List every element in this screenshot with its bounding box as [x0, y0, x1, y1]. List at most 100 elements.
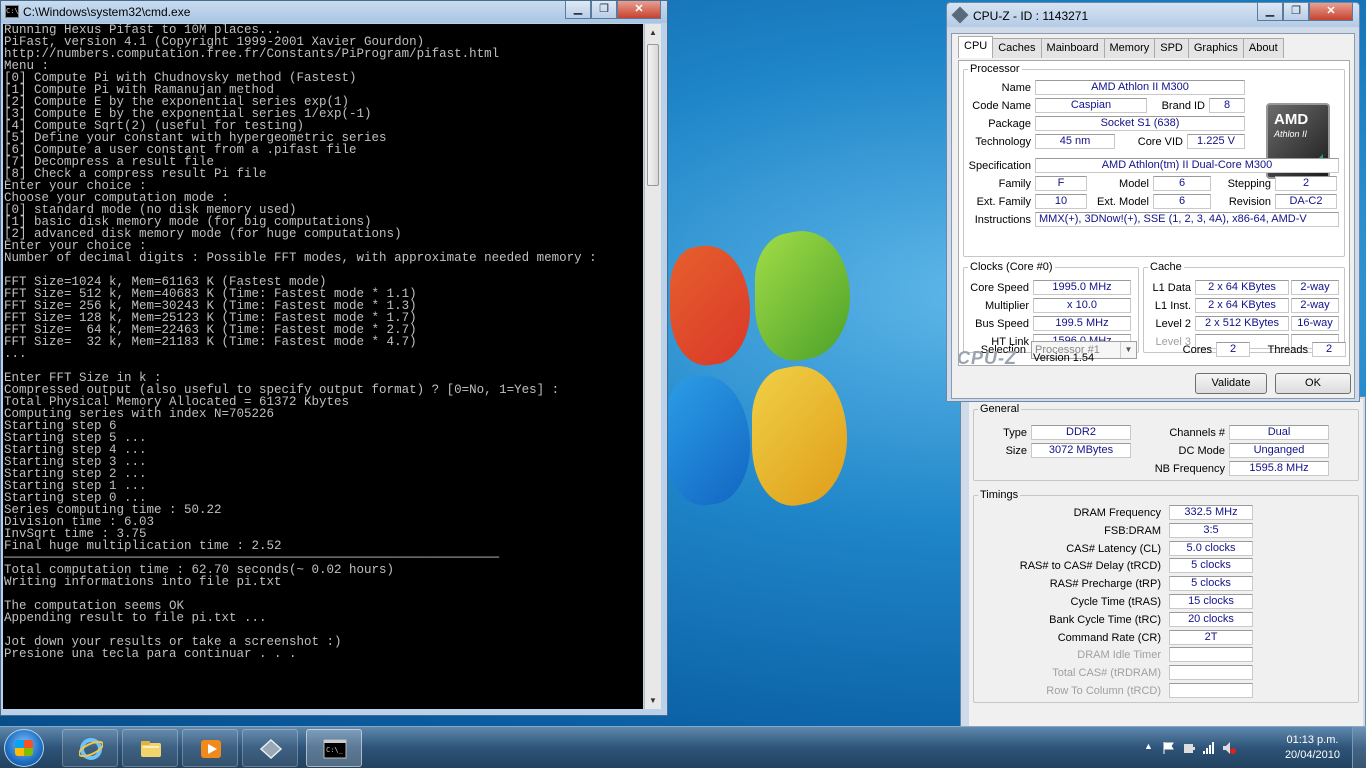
cmd-title: C:\Windows\system32\cmd.exe: [23, 5, 191, 19]
nb-frequency-label: NB Frequency: [1154, 463, 1225, 475]
volume-muted-icon[interactable]: [1222, 741, 1236, 755]
cache-legend: Cache: [1150, 261, 1182, 273]
tab-graphics[interactable]: Graphics: [1187, 38, 1244, 58]
cpuz-title: CPU-Z - ID : 1143271: [973, 9, 1089, 23]
network-signal-icon[interactable]: [1202, 741, 1216, 755]
show-desktop-button[interactable]: [1352, 727, 1366, 768]
windows-flag-wallpaper: [660, 219, 860, 555]
threads-value: 2: [1312, 342, 1346, 357]
l1-inst-assoc: 2-way: [1291, 298, 1339, 313]
cpuz-maximize-button[interactable]: ❐: [1283, 3, 1309, 21]
taskbar-internet-explorer[interactable]: [62, 729, 118, 767]
taskbar-media-player[interactable]: [182, 729, 238, 767]
console-output[interactable]: Running Hexus Pifast to 10M places... PiF…: [3, 24, 643, 709]
stepping-value: 2: [1275, 176, 1337, 191]
system-tray: ▲ 01:13 p.m. 20/04/2010: [1136, 727, 1366, 768]
timing-value: 3:5: [1169, 522, 1253, 538]
l1-data-value: 2 x 64 KBytes: [1195, 280, 1289, 295]
package-label: Package: [988, 118, 1031, 130]
tab-mainboard[interactable]: Mainboard: [1040, 38, 1105, 58]
taskbar-cmd[interactable]: C:\_: [306, 729, 362, 767]
power-icon[interactable]: [1182, 741, 1196, 755]
timings-legend: Timings: [980, 489, 1019, 501]
validate-button[interactable]: Validate: [1195, 373, 1267, 394]
start-button[interactable]: [4, 729, 44, 767]
timing-value: [1169, 647, 1253, 663]
tab-caches[interactable]: Caches: [992, 38, 1042, 58]
l1-inst-label: L1 Inst.: [1154, 300, 1191, 312]
cpuz-close-button[interactable]: ✕: [1309, 3, 1353, 21]
revision-label: Revision: [1228, 196, 1271, 208]
vertical-scrollbar[interactable]: ▲ ▼: [644, 24, 661, 709]
timing-label: CAS# Latency (CL): [1066, 542, 1161, 555]
tab-spd[interactable]: SPD: [1154, 38, 1189, 58]
processor-legend: Processor: [970, 63, 1020, 75]
level2-assoc: 16-way: [1291, 316, 1339, 331]
console-icon: C:\: [5, 5, 19, 18]
show-hidden-icons-icon[interactable]: ▲: [1144, 741, 1158, 755]
multiplier-label: Multiplier: [984, 300, 1029, 312]
taskbar-explorer[interactable]: [122, 729, 178, 767]
scroll-thumb[interactable]: [647, 44, 659, 186]
timing-label: FSB:DRAM: [1104, 524, 1161, 537]
timing-label: Command Rate (CR): [1057, 631, 1161, 644]
ok-button[interactable]: OK: [1275, 373, 1351, 394]
folder-icon: [141, 741, 161, 757]
cmd-window[interactable]: C:\ C:\Windows\system32\cmd.exe ▁ ❐ ✕ Ru…: [0, 0, 668, 716]
cores-label: Cores: [1182, 344, 1212, 356]
model-label: Model: [1119, 178, 1149, 190]
cpuz-footer-logo: CPU-Z: [957, 348, 1017, 368]
amd-logo-brand: AMD: [1274, 111, 1309, 128]
cpuz-version: Version 1.54: [1033, 352, 1095, 364]
clock[interactable]: 01:13 p.m. 20/04/2010: [1285, 733, 1340, 763]
timing-label: RAS# Precharge (tRP): [1049, 578, 1161, 591]
console-line: Writing informations into file pi.txt: [4, 575, 282, 589]
timing-label: Cycle Time (tRAS): [1070, 596, 1161, 608]
scroll-up-arrow-icon[interactable]: ▲: [645, 24, 661, 41]
scroll-down-arrow-icon[interactable]: ▼: [645, 692, 661, 709]
mem-size-value: 3072 MBytes: [1031, 443, 1131, 458]
name-label: Name: [1001, 82, 1031, 94]
console-line: Number of decimal digits : Possible FFT …: [4, 251, 597, 265]
mem-size-label: Size: [1005, 445, 1027, 457]
timing-value: 5 clocks: [1169, 576, 1253, 592]
general-legend: General: [980, 403, 1020, 415]
cpuz-titlebar[interactable]: CPU-Z - ID : 1143271 ▁ ❐ ✕: [947, 3, 1359, 27]
channels-value: Dual: [1229, 425, 1329, 440]
close-button[interactable]: ✕: [617, 1, 661, 19]
dc-mode-value: Unganged: [1229, 443, 1329, 458]
timing-label: Total CAS# (tRDRAM): [1052, 667, 1161, 680]
instructions-label: Instructions: [974, 214, 1031, 226]
tab-memory[interactable]: Memory: [1103, 38, 1156, 58]
bus-speed-label: Bus Speed: [975, 318, 1029, 330]
cpuz-app-icon: [951, 6, 969, 24]
timing-value: 2T: [1169, 629, 1253, 645]
timing-label: Row To Column (tRCD): [1046, 685, 1161, 697]
action-center-flag-icon[interactable]: [1162, 741, 1176, 755]
l1-data-label: L1 Data: [1152, 282, 1191, 294]
tab-about[interactable]: About: [1242, 38, 1284, 58]
console-line: Appending result to file pi.txt ...: [4, 611, 267, 625]
ext-model-label: Ext. Model: [1097, 196, 1149, 208]
tab-cpu[interactable]: CPU: [958, 36, 994, 58]
mem-type-value: DDR2: [1031, 425, 1131, 440]
corevid-value: 1.225 V: [1187, 134, 1245, 149]
minimize-button[interactable]: ▁: [565, 1, 591, 19]
chevron-down-icon[interactable]: ▼: [1120, 342, 1136, 358]
cpuz-minimize-button[interactable]: ▁: [1257, 3, 1283, 21]
codename-label: Code Name: [972, 100, 1031, 112]
cmd-titlebar[interactable]: C:\ C:\Windows\system32\cmd.exe ▁ ❐ ✕: [1, 1, 667, 23]
cores-value: 2: [1216, 342, 1250, 357]
timing-value: [1169, 683, 1253, 698]
timing-label: DRAM Idle Timer: [1077, 649, 1161, 662]
nb-frequency-value: 1595.8 MHz: [1229, 461, 1329, 476]
taskbar: C:\_ ▲ 01:13 p.m. 20/04/2010: [0, 726, 1366, 768]
timing-value: 15 clocks: [1169, 594, 1253, 609]
dc-mode-label: DC Mode: [1178, 445, 1225, 457]
taskbar-cpuz[interactable]: [242, 729, 298, 767]
cpuz-memory-window[interactable]: General Type DDR2 Size 3072 MBytes Chann…: [960, 396, 1366, 736]
cmd-icon: C:\_: [323, 739, 347, 759]
timing-value: 5.0 clocks: [1169, 540, 1253, 556]
maximize-button[interactable]: ❐: [591, 1, 617, 19]
cpuz-window[interactable]: CPU-Z - ID : 1143271 ▁ ❐ ✕ CPU Caches Main…: [946, 2, 1360, 402]
